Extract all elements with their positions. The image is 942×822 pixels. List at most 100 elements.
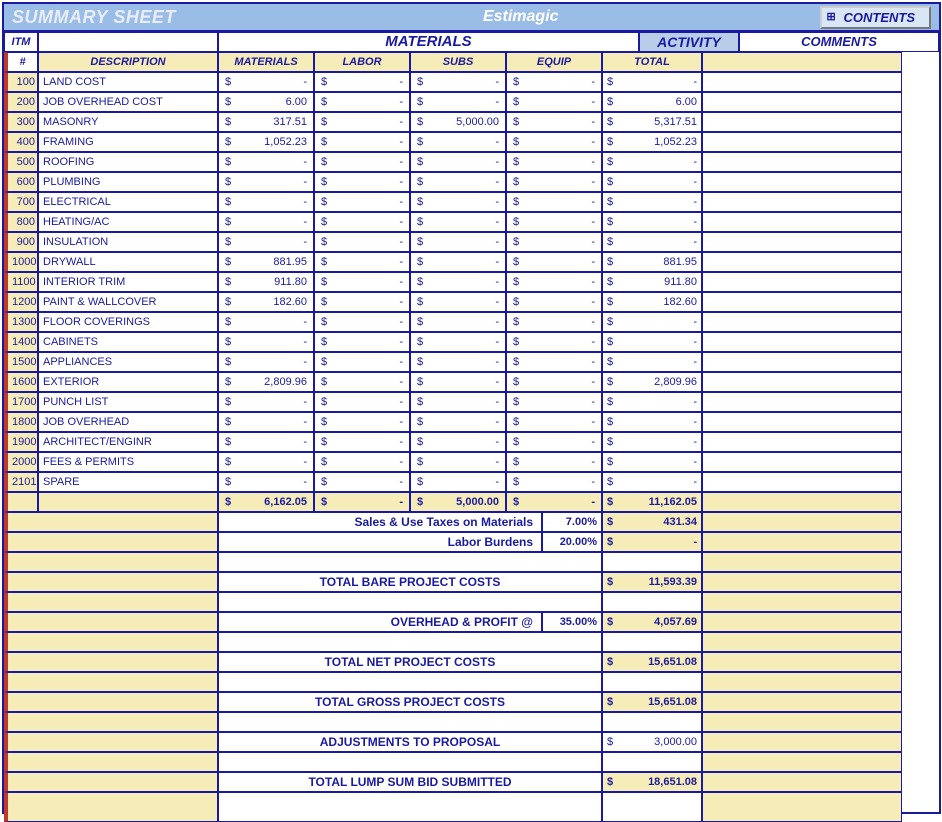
table-row[interactable]: 1800JOB OVERHEAD$-$-$-$-$- <box>4 412 939 432</box>
subs-cell[interactable]: $- <box>410 312 506 332</box>
equip-cell[interactable]: $- <box>506 372 602 392</box>
materials-cell[interactable]: $182.60 <box>218 292 314 312</box>
subs-cell[interactable]: $- <box>410 152 506 172</box>
subs-cell[interactable]: $- <box>410 72 506 92</box>
subs-cell[interactable]: $- <box>410 272 506 292</box>
subs-cell[interactable]: $- <box>410 452 506 472</box>
equip-cell[interactable]: $- <box>506 112 602 132</box>
materials-cell[interactable]: $6.00 <box>218 92 314 112</box>
comment-cell[interactable] <box>702 412 902 432</box>
comment-cell[interactable] <box>702 312 902 332</box>
comment-cell[interactable] <box>702 132 902 152</box>
subs-cell[interactable]: $- <box>410 352 506 372</box>
labor-cell[interactable]: $- <box>314 192 410 212</box>
subs-cell[interactable]: $- <box>410 232 506 252</box>
materials-cell[interactable]: $- <box>218 212 314 232</box>
subs-cell[interactable]: $- <box>410 192 506 212</box>
materials-cell[interactable]: $- <box>218 72 314 92</box>
subs-cell[interactable]: $- <box>410 432 506 452</box>
equip-cell[interactable]: $- <box>506 92 602 112</box>
contents-button[interactable]: CONTENTS <box>820 6 932 29</box>
subs-cell[interactable]: $- <box>410 392 506 412</box>
table-row[interactable]: 1000DRYWALL$881.95$-$-$-$881.95 <box>4 252 939 272</box>
table-row[interactable]: 1700PUNCH LIST$-$-$-$-$- <box>4 392 939 412</box>
table-row[interactable]: 2101SPARE$-$-$-$-$- <box>4 472 939 492</box>
comment-cell[interactable] <box>702 272 902 292</box>
labor-cell[interactable]: $- <box>314 372 410 392</box>
equip-cell[interactable]: $- <box>506 352 602 372</box>
equip-cell[interactable]: $- <box>506 172 602 192</box>
labor-cell[interactable]: $- <box>314 392 410 412</box>
equip-cell[interactable]: $- <box>506 292 602 312</box>
materials-cell[interactable]: $- <box>218 392 314 412</box>
comment-cell[interactable] <box>702 472 902 492</box>
subs-cell[interactable]: $- <box>410 412 506 432</box>
table-row[interactable]: 200JOB OVERHEAD COST$6.00$-$-$-$6.00 <box>4 92 939 112</box>
labor-cell[interactable]: $- <box>314 272 410 292</box>
subs-cell[interactable]: $5,000.00 <box>410 112 506 132</box>
equip-cell[interactable]: $- <box>506 412 602 432</box>
labor-cell[interactable]: $- <box>314 212 410 232</box>
equip-cell[interactable]: $- <box>506 72 602 92</box>
equip-cell[interactable]: $- <box>506 232 602 252</box>
materials-cell[interactable]: $- <box>218 312 314 332</box>
subs-cell[interactable]: $- <box>410 472 506 492</box>
comment-cell[interactable] <box>702 172 902 192</box>
table-row[interactable]: 100LAND COST$-$-$-$-$- <box>4 72 939 92</box>
table-row[interactable]: 900INSULATION$-$-$-$-$- <box>4 232 939 252</box>
materials-cell[interactable]: $- <box>218 472 314 492</box>
comment-cell[interactable] <box>702 232 902 252</box>
labor-cell[interactable]: $- <box>314 232 410 252</box>
labor-cell[interactable]: $- <box>314 452 410 472</box>
equip-cell[interactable]: $- <box>506 332 602 352</box>
equip-cell[interactable]: $- <box>506 432 602 452</box>
subs-cell[interactable]: $- <box>410 332 506 352</box>
subs-cell[interactable]: $- <box>410 92 506 112</box>
equip-cell[interactable]: $- <box>506 252 602 272</box>
table-row[interactable]: 1900ARCHITECT/ENGINR$-$-$-$-$- <box>4 432 939 452</box>
labor-cell[interactable]: $- <box>314 412 410 432</box>
table-row[interactable]: 700ELECTRICAL$-$-$-$-$- <box>4 192 939 212</box>
equip-cell[interactable]: $- <box>506 132 602 152</box>
comment-cell[interactable] <box>702 432 902 452</box>
materials-cell[interactable]: $317.51 <box>218 112 314 132</box>
labor-cell[interactable]: $- <box>314 312 410 332</box>
comment-cell[interactable] <box>702 212 902 232</box>
equip-cell[interactable]: $- <box>506 272 602 292</box>
equip-cell[interactable]: $- <box>506 392 602 412</box>
labor-cell[interactable]: $- <box>314 252 410 272</box>
comment-cell[interactable] <box>702 252 902 272</box>
subs-cell[interactable]: $- <box>410 372 506 392</box>
comment-cell[interactable] <box>702 392 902 412</box>
table-row[interactable]: 1100INTERIOR TRIM$911.80$-$-$-$911.80 <box>4 272 939 292</box>
materials-cell[interactable]: $- <box>218 432 314 452</box>
materials-cell[interactable]: $911.80 <box>218 272 314 292</box>
equip-cell[interactable]: $- <box>506 212 602 232</box>
materials-cell[interactable]: $- <box>218 172 314 192</box>
subs-cell[interactable]: $- <box>410 172 506 192</box>
materials-cell[interactable]: $- <box>218 412 314 432</box>
comment-cell[interactable] <box>702 352 902 372</box>
labor-cell[interactable]: $- <box>314 332 410 352</box>
labor-cell[interactable]: $- <box>314 432 410 452</box>
materials-cell[interactable]: $- <box>218 332 314 352</box>
subs-cell[interactable]: $- <box>410 212 506 232</box>
table-row[interactable]: 400FRAMING$1,052.23$-$-$-$1,052.23 <box>4 132 939 152</box>
subs-cell[interactable]: $- <box>410 292 506 312</box>
equip-cell[interactable]: $- <box>506 472 602 492</box>
labor-cell[interactable]: $- <box>314 132 410 152</box>
equip-cell[interactable]: $- <box>506 312 602 332</box>
materials-cell[interactable]: $- <box>218 452 314 472</box>
materials-cell[interactable]: $881.95 <box>218 252 314 272</box>
comment-cell[interactable] <box>702 152 902 172</box>
labor-cell[interactable]: $- <box>314 352 410 372</box>
table-row[interactable]: 500ROOFING$-$-$-$-$- <box>4 152 939 172</box>
table-row[interactable]: 1600EXTERIOR$2,809.96$-$-$-$2,809.96 <box>4 372 939 392</box>
comment-cell[interactable] <box>702 192 902 212</box>
comment-cell[interactable] <box>702 112 902 132</box>
equip-cell[interactable]: $- <box>506 192 602 212</box>
labor-cell[interactable]: $- <box>314 172 410 192</box>
labor-cell[interactable]: $- <box>314 112 410 132</box>
table-row[interactable]: 2000FEES & PERMITS$-$-$-$-$- <box>4 452 939 472</box>
materials-cell[interactable]: $2,809.96 <box>218 372 314 392</box>
